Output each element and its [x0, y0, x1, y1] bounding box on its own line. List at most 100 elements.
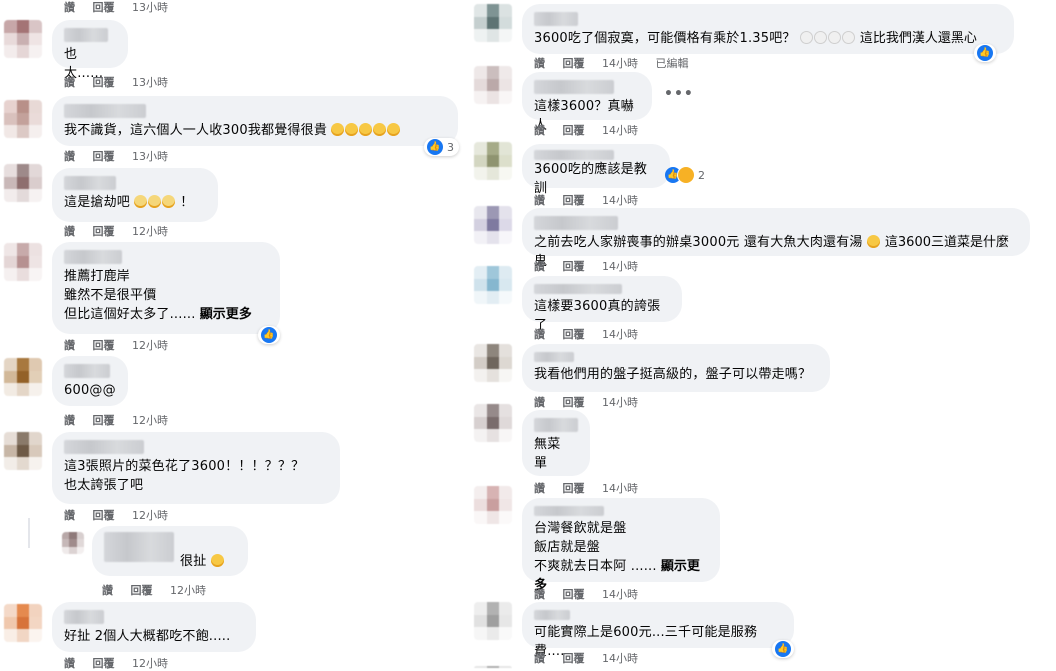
- like-button[interactable]: 讚: [64, 76, 75, 89]
- avatar[interactable]: [4, 20, 42, 58]
- comment-time: 12小時: [132, 339, 168, 352]
- like-button[interactable]: 讚: [64, 657, 75, 670]
- more-options-icon[interactable]: •••: [664, 86, 694, 102]
- avatar[interactable]: [474, 142, 512, 180]
- commenter-name[interactable]: [534, 284, 622, 294]
- reply-button[interactable]: 回覆: [563, 260, 585, 273]
- commenter-name[interactable]: [534, 216, 618, 230]
- reply-button[interactable]: 回覆: [93, 150, 115, 163]
- commenter-name[interactable]: [534, 150, 614, 160]
- avatar[interactable]: [474, 266, 512, 304]
- commenter-name[interactable]: [64, 104, 146, 118]
- comment-text: 這是搶劫吧: [64, 195, 131, 210]
- commenter-name[interactable]: [534, 12, 578, 26]
- reaction-badge[interactable]: 👍: [974, 44, 996, 62]
- commenter-name[interactable]: [534, 418, 578, 432]
- commenter-name[interactable]: [64, 250, 122, 264]
- reaction-badge[interactable]: 👍: [772, 640, 794, 658]
- reply-button[interactable]: 回覆: [563, 588, 585, 601]
- commenter-name[interactable]: [534, 506, 604, 516]
- like-button[interactable]: 讚: [64, 225, 75, 238]
- like-button[interactable]: 讚: [534, 482, 545, 495]
- reply-button[interactable]: 回覆: [93, 339, 115, 352]
- reply-button[interactable]: 回覆: [563, 396, 585, 409]
- reply-button[interactable]: 回覆: [563, 194, 585, 207]
- avatar[interactable]: [4, 604, 42, 642]
- like-button[interactable]: 讚: [534, 588, 545, 601]
- comment-bubble: 600@@: [52, 356, 128, 406]
- commenter-name[interactable]: [104, 532, 174, 562]
- avatar[interactable]: [4, 243, 42, 281]
- comment-column-right: 3600吃了個寂寞，可能價格有乘於1.35吧？ 這比我們漢人還黑心 👍 讚 回覆…: [470, 0, 1056, 671]
- comment-actions: 讚 回覆 12小時: [64, 223, 182, 239]
- comment-actions: 讚 回覆 13小時: [64, 0, 182, 15]
- like-button[interactable]: 讚: [534, 328, 545, 341]
- like-button[interactable]: 讚: [64, 414, 75, 427]
- reply-button[interactable]: 回覆: [563, 124, 585, 137]
- comment-bubble: 很扯: [92, 526, 248, 576]
- comment-bubble: 3600吃了個寂寞，可能價格有乘於1.35吧？ 這比我們漢人還黑心: [522, 4, 1014, 54]
- like-button[interactable]: 讚: [64, 150, 75, 163]
- like-reaction-icon: 👍: [427, 139, 443, 155]
- reply-button[interactable]: 回覆: [563, 652, 585, 665]
- comment-time: 14小時: [602, 57, 638, 70]
- avatar[interactable]: [474, 404, 512, 442]
- reply-button[interactable]: 回覆: [563, 57, 585, 70]
- reply-button[interactable]: 回覆: [93, 1, 115, 14]
- reaction-badge[interactable]: 👍: [258, 326, 280, 344]
- commenter-name[interactable]: [64, 28, 108, 42]
- commenter-name[interactable]: [64, 176, 116, 190]
- reply-button[interactable]: 回覆: [93, 509, 115, 522]
- like-button[interactable]: 讚: [534, 194, 545, 207]
- like-button[interactable]: 讚: [64, 339, 75, 352]
- avatar[interactable]: [62, 532, 84, 554]
- like-button[interactable]: 讚: [534, 57, 545, 70]
- reaction-badge[interactable]: 👍 3: [424, 138, 459, 156]
- laughing-emoji-icon: [210, 554, 224, 567]
- avatar[interactable]: [474, 486, 512, 524]
- avatar[interactable]: [474, 666, 512, 671]
- like-reaction-icon: 👍: [261, 327, 277, 343]
- commenter-name[interactable]: [64, 364, 110, 378]
- avatar[interactable]: [4, 432, 42, 470]
- comment-bubble: 無菜 單: [522, 410, 590, 476]
- avatar[interactable]: [474, 66, 512, 104]
- comment-actions: 讚 回覆 14小時: [534, 586, 652, 602]
- reply-button[interactable]: 回覆: [93, 76, 115, 89]
- like-button[interactable]: 讚: [64, 509, 75, 522]
- see-more-link[interactable]: 顯示更多: [200, 307, 252, 322]
- avatar[interactable]: [4, 358, 42, 396]
- thread-line: [28, 518, 30, 548]
- reply-button[interactable]: 回覆: [563, 482, 585, 495]
- avatar[interactable]: [4, 100, 42, 138]
- comment-bubble: 3600吃的應該是教訓: [522, 144, 670, 196]
- avatar[interactable]: [474, 602, 512, 640]
- reply-button[interactable]: 回覆: [93, 414, 115, 427]
- avatar[interactable]: [4, 164, 42, 202]
- reply-button[interactable]: 回覆: [93, 657, 115, 670]
- like-button[interactable]: 讚: [102, 584, 113, 597]
- commenter-name[interactable]: [534, 80, 614, 94]
- avatar[interactable]: [474, 4, 512, 42]
- comment-text: 600@@: [64, 383, 116, 398]
- like-button[interactable]: 讚: [534, 396, 545, 409]
- commenter-name[interactable]: [64, 440, 144, 454]
- reply-button[interactable]: 回覆: [93, 225, 115, 238]
- avatar[interactable]: [474, 344, 512, 382]
- commenter-name[interactable]: [534, 610, 570, 620]
- like-button[interactable]: 讚: [534, 124, 545, 137]
- comment-bubble: 這是搶劫吧 ！: [52, 168, 218, 222]
- comment-actions: 讚 回覆 13小時: [64, 148, 182, 164]
- reaction-badge[interactable]: 👍 2: [662, 166, 710, 184]
- like-button[interactable]: 讚: [534, 652, 545, 665]
- avatar[interactable]: [474, 206, 512, 244]
- like-button[interactable]: 讚: [534, 260, 545, 273]
- comment-text: 這3張照片的菜色花了3600！！！？？？ 也太誇張了吧: [64, 459, 305, 493]
- like-button[interactable]: 讚: [64, 1, 75, 14]
- comment-actions: 讚 回覆 14小時: [534, 394, 652, 410]
- reply-button[interactable]: 回覆: [131, 584, 153, 597]
- reply-button[interactable]: 回覆: [563, 328, 585, 341]
- comment-actions: 讚 回覆 12小時: [64, 507, 182, 523]
- commenter-name[interactable]: [534, 352, 574, 362]
- commenter-name[interactable]: [64, 610, 104, 624]
